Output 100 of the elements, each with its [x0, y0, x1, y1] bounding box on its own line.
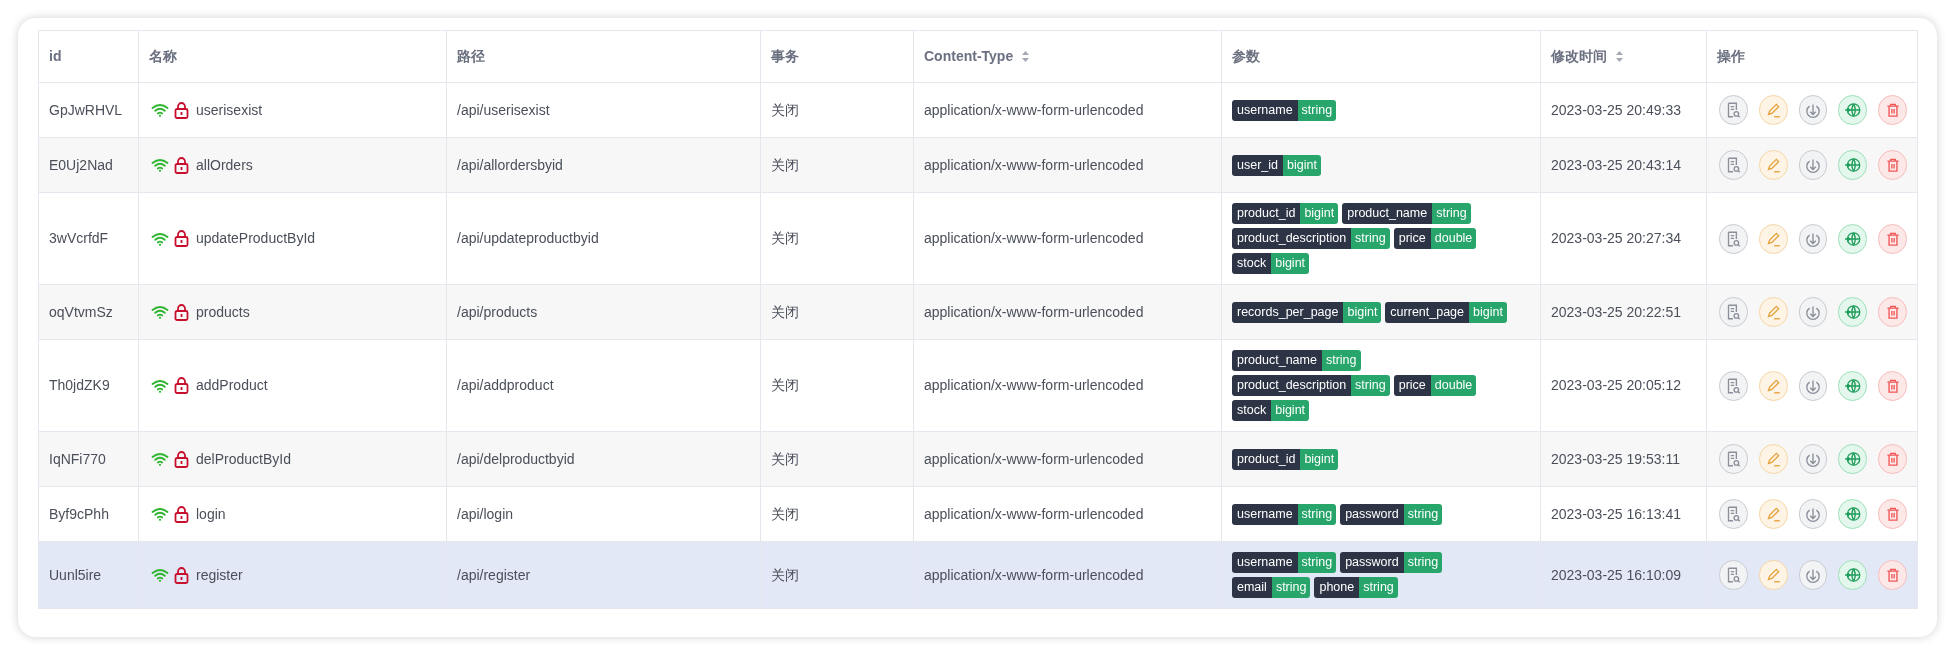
globe-button[interactable]: [1838, 223, 1868, 254]
globe-button[interactable]: [1838, 499, 1868, 529]
table-cell-text: allOrders: [196, 155, 253, 175]
globe-button[interactable]: [1838, 297, 1868, 327]
download-button[interactable]: [1798, 444, 1828, 474]
download-button[interactable]: [1798, 95, 1828, 125]
table-cell-text: GpJwRHVL: [49, 100, 123, 120]
edit-button[interactable]: [1758, 444, 1788, 474]
edit-button[interactable]: [1758, 297, 1788, 327]
table-cell-text: application/x-www-form-urlencoded: [924, 100, 1144, 120]
view-doc-button[interactable]: [1719, 444, 1748, 474]
table-cell-text: 关闭: [771, 565, 799, 585]
edit-button[interactable]: [1758, 560, 1788, 590]
view-doc-button[interactable]: [1719, 499, 1748, 529]
lock-icon: [174, 303, 189, 321]
globe-icon: [1843, 229, 1862, 248]
table-cell-text: 2023-03-25 20:27:34: [1551, 229, 1681, 248]
table-cell-text: Byf9cPhh: [49, 504, 109, 524]
table-cell-text: register: [196, 565, 243, 585]
column-header[interactable]: 修改时间: [1551, 46, 1607, 67]
delete-button[interactable]: [1878, 150, 1907, 180]
view-doc-button[interactable]: [1719, 297, 1748, 327]
table-cell-text: application/x-www-form-urlencoded: [924, 155, 1144, 175]
table-row[interactable]: IqNFi770 delProductById /api/delproductbyid 关闭 application/x-www-form-urlencoded product_id bigint 2023-03-25 19:53:11: [39, 432, 1918, 487]
table-cell-text: E0Uj2Nad: [49, 155, 113, 175]
table-cell-text: /api/products: [457, 302, 538, 322]
table-cell-text: 2023-03-25 20:43:14: [1551, 155, 1681, 175]
wifi-icon: [151, 568, 169, 582]
delete-button[interactable]: [1878, 444, 1907, 474]
lock-icon: [174, 101, 189, 119]
download-button[interactable]: [1798, 297, 1828, 327]
table-cell-text: /api/login: [457, 504, 514, 524]
delete-button[interactable]: [1878, 95, 1907, 125]
globe-button[interactable]: [1838, 444, 1868, 474]
view-doc-button[interactable]: [1719, 223, 1748, 254]
edit-button[interactable]: [1758, 499, 1788, 529]
table-cell-text: application/x-www-form-urlencoded: [924, 376, 1144, 395]
table-cell-text: userisexist: [196, 100, 263, 120]
view-doc-button[interactable]: [1719, 370, 1748, 401]
column-header: 操作: [1717, 47, 1745, 66]
download-button[interactable]: [1798, 370, 1828, 401]
edit-button[interactable]: [1758, 223, 1788, 254]
column-header: 名称: [149, 47, 177, 66]
download-icon: [1804, 450, 1822, 468]
download-button[interactable]: [1798, 223, 1828, 254]
table-row[interactable]: E0Uj2Nad allOrders /api/allordersbyid 关闭 application/x-www-form-urlencoded user_id bigint 2023-03-25 20:43:14: [39, 138, 1918, 193]
delete-button[interactable]: [1878, 223, 1907, 254]
table-cell-text: 关闭: [771, 302, 799, 322]
globe-button[interactable]: [1838, 95, 1868, 125]
download-button[interactable]: [1798, 560, 1828, 590]
table-row[interactable]: Th0jdZK9 addProduct /api/addproduct 关闭 application/x-www-form-urlencoded product_name string product_description string price double stock bigint 2023-03-25 20:05:12: [39, 340, 1918, 432]
globe-button[interactable]: [1838, 560, 1868, 590]
sort-icon[interactable]: [1021, 50, 1031, 63]
table-cell-text: updateProductById: [196, 229, 316, 248]
table-row[interactable]: oqVtvmSz products /api/products 关闭 application/x-www-form-urlencoded records_per_page bigint current_page bigint 2023-03-25 20:22:51: [39, 285, 1918, 340]
globe-icon: [1843, 376, 1862, 395]
table-cell-text: application/x-www-form-urlencoded: [924, 504, 1144, 524]
table-cell-text: IqNFi770: [49, 449, 106, 469]
download-button[interactable]: [1798, 150, 1828, 180]
edit-button[interactable]: [1758, 150, 1788, 180]
table-cell-text: /api/addproduct: [457, 376, 554, 395]
table-row[interactable]: Byf9cPhh login /api/login 关闭 application/x-www-form-urlencoded username string password string 2023-03-25 16:13:41: [39, 487, 1918, 542]
wifi-icon: [151, 305, 169, 319]
table-cell-text: 2023-03-25 16:13:41: [1551, 504, 1681, 524]
table-row[interactable]: 3wVcrfdF updateProductById /api/updateproductbyid 关闭 application/x-www-form-urlencoded product_id bigint product_name string product_description string price double stock bigint 2023-03-25 20:27:34: [39, 193, 1918, 285]
globe-icon: [1843, 101, 1862, 119]
edit-button[interactable]: [1758, 95, 1788, 125]
table-row[interactable]: Uunl5ire register /api/register 关闭 application/x-www-form-urlencoded username string password string email string phone string 2023-03-25 16:10:09: [39, 542, 1918, 609]
column-header: 路径: [457, 47, 485, 66]
delete-button[interactable]: [1878, 297, 1907, 327]
delete-button[interactable]: [1878, 370, 1907, 401]
delete-button[interactable]: [1878, 560, 1907, 590]
table-row[interactable]: GpJwRHVL userisexist /api/userisexist 关闭 application/x-www-form-urlencoded username string 2023-03-25 20:49:33: [39, 83, 1918, 138]
globe-icon: [1843, 566, 1862, 584]
table-cell-text: /api/delproductbyid: [457, 449, 575, 469]
pencil-icon: [1764, 505, 1783, 523]
globe-button[interactable]: [1838, 150, 1868, 180]
lock-icon: [174, 505, 189, 523]
table-cell-text: 2023-03-25 19:53:11: [1551, 449, 1680, 469]
view-doc-button[interactable]: [1719, 560, 1748, 590]
table-cell-text: 关闭: [771, 376, 799, 395]
download-button[interactable]: [1798, 499, 1828, 529]
pencil-icon: [1764, 101, 1783, 119]
lock-icon: [174, 450, 189, 468]
column-header[interactable]: Content-Type: [924, 46, 1014, 67]
view-doc-button[interactable]: [1719, 95, 1748, 125]
table-cell-text: Uunl5ire: [49, 565, 102, 585]
pencil-icon: [1764, 566, 1783, 584]
sort-icon[interactable]: [1615, 50, 1624, 63]
table-cell-text: 关闭: [771, 229, 799, 248]
table-cell-text: application/x-www-form-urlencoded: [924, 229, 1144, 248]
edit-button[interactable]: [1758, 370, 1788, 401]
lock-icon: [174, 156, 189, 174]
globe-button[interactable]: [1838, 370, 1868, 401]
table-cell-text: delProductById: [196, 449, 291, 469]
download-icon: [1804, 566, 1822, 584]
delete-button[interactable]: [1878, 499, 1907, 529]
view-doc-button[interactable]: [1719, 150, 1748, 180]
table-cell-text: 关闭: [771, 100, 799, 120]
table-cell-text: /api/register: [457, 565, 531, 585]
